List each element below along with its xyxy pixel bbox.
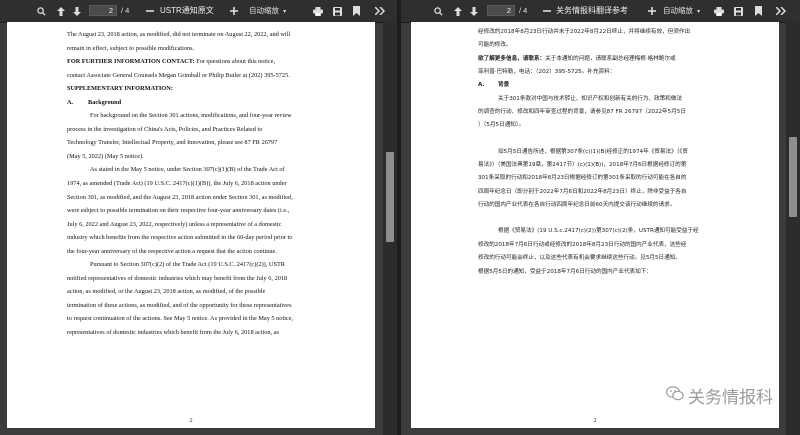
text-line: 经修改的2018年8月23日行动并未于2022年8月22日终止，并将继续有效，但… — [478, 29, 691, 35]
document-title: 关务情报科翻译参考 — [556, 6, 628, 15]
text-line: As stated in the May 5 notice, under Sec… — [90, 166, 285, 174]
section-letter: A. — [67, 98, 74, 106]
save-icon[interactable] — [731, 0, 745, 22]
left-toolbar: 2 / 4 USTR通知原文 自动缩放 ▾ — [0, 0, 397, 23]
text-line: notified representatives of domestic ind… — [67, 274, 288, 282]
page-total: / 4 — [519, 6, 528, 15]
text-line: 可能的修改。 — [478, 42, 512, 49]
pdf-page: The August 23, 2018 action, as modified,… — [7, 22, 375, 428]
contact-paragraph: FOR FURTHER INFORMATION CONTACT: For que… — [67, 55, 355, 69]
text-line: Technology Transfer, Intellectual Proper… — [67, 139, 278, 147]
zoom-out-button[interactable] — [144, 0, 156, 22]
text-line: For background on the Section 301 action… — [90, 112, 292, 120]
zoom-in-button[interactable] — [228, 0, 240, 22]
left-pdf-viewer: 2 / 4 USTR通知原文 自动缩放 ▾ The August 23, 201… — [0, 0, 397, 435]
contact-label: FOR FURTHER INFORMATION CONTACT: — [67, 58, 195, 66]
text-line: process in the investigation of China's … — [67, 125, 263, 133]
contact-label: 欲了解更多信息，请联系： — [478, 55, 546, 62]
text-line: 修改的2018年7月6日行动或经修改的2018年8月23日行动的国内产业代表，这… — [478, 241, 687, 248]
text-line: contact Associate General Counsels Megan… — [67, 71, 290, 79]
text-line: 根据5月5日的通知，受益于2018年7月6日行动的国内产业代表如下： — [478, 268, 652, 275]
text-line: representatives of domestic industries w… — [67, 329, 279, 337]
text-line: 菲利普·巴特勒，电话：（202）395-5725。补充资料： — [478, 69, 616, 76]
save-icon[interactable] — [330, 0, 344, 22]
search-icon[interactable] — [34, 0, 48, 22]
chevron-down-icon: ▾ — [283, 9, 287, 15]
print-icon[interactable] — [311, 0, 325, 22]
watermark-text: 关务情报科 — [688, 388, 773, 408]
arrow-down-icon[interactable] — [467, 0, 481, 22]
section-title: Background — [88, 98, 122, 106]
text-line: 的调查的行动、修改和四年审查过程的背景，请参见87 FR 26797（2022年… — [478, 109, 686, 116]
right-pdf-viewer: 2 / 4 关务情报科翻译参考 自动缩放 ▾ 经修改的2018年8月23日行动并… — [401, 0, 800, 435]
search-icon[interactable] — [431, 0, 445, 22]
section-heading: A. 背景 — [478, 79, 765, 92]
zoom-out-button[interactable] — [541, 0, 553, 22]
scrollbar-thumb[interactable] — [386, 152, 394, 242]
page-number: 2 — [593, 417, 597, 424]
double-chevron-right-icon[interactable] — [774, 0, 788, 22]
text-line: termination of these actions, as modifie… — [67, 301, 292, 309]
right-toolbar: 2 / 4 关务情报科翻译参考 自动缩放 ▾ — [401, 0, 800, 23]
text-line: action, as modified, or the August 23, 2… — [67, 288, 266, 296]
text-line: Section 301, as modified, and the August… — [67, 193, 293, 201]
arrow-up-icon[interactable] — [54, 0, 68, 22]
vertical-scrollbar[interactable] — [383, 22, 397, 435]
text-line: Pursuant to Section 307(c)(2) of the Tra… — [90, 261, 286, 269]
double-chevron-right-icon[interactable] — [373, 0, 387, 22]
english-text-body: The August 23, 2018 action, as modified,… — [67, 28, 355, 340]
page-number-input[interactable]: 2 — [487, 5, 515, 16]
text-line: (May 5, 2022) (May 5 notice). — [67, 152, 144, 160]
text-line: 易法》）（美国法典第19章，第2417节）(c)(1)(B))，2018年7月6… — [478, 162, 687, 169]
text-line: 1974, as amended (Trade Act) (19 U.S.C. … — [67, 180, 287, 188]
section-title: 背景 — [498, 82, 510, 89]
text-line: were subject to possible termination on … — [67, 207, 290, 215]
arrow-up-icon[interactable] — [451, 0, 465, 22]
text-line: 行动的国内产业代表在各自行动四周年纪念日前60天内提交该行动继续的请求。 — [478, 202, 676, 209]
contact-paragraph: 欲了解更多信息，请联系：关于本通知的问题，请联系副总经理梅根·格林鲍尔或 — [478, 53, 765, 66]
wechat-icon — [665, 385, 684, 406]
text-line: 301条采取的行动和2018年8月23日根据经修订的第301条采取的行动可能在各… — [478, 175, 687, 182]
contact-text: 关于本通知的问题，请联系副总经理梅根·格林鲍尔或 — [545, 55, 676, 62]
text-line: ）（5月5日通知）。 — [478, 122, 525, 129]
text-line: 四周年纪念日（即分别于2022年7月6日和2022年8月23日）终止，除非受益于… — [478, 188, 687, 195]
supplementary-heading: SUPPLEMENTARY INFORMATION: — [67, 85, 173, 93]
print-icon[interactable] — [712, 0, 726, 22]
text-line: the four-year anniversary of the respect… — [67, 247, 277, 255]
arrow-down-icon[interactable] — [70, 0, 84, 22]
pdf-page: 经修改的2018年8月23日行动并未于2022年8月22日终止，并将继续有效，但… — [411, 22, 779, 428]
page-number-input[interactable]: 2 — [89, 5, 117, 16]
text-line: 根据《贸易法》(19 U.S.c.2417(c)(2))第307(c)(2)条，… — [498, 228, 699, 235]
contact-text: For questions about this notice, — [194, 58, 276, 66]
scrollbar-thumb[interactable] — [789, 137, 797, 217]
page-number: 2 — [189, 417, 193, 424]
text-line: to request continuation of the actions. … — [67, 315, 294, 323]
bookmark-icon[interactable] — [349, 0, 363, 22]
zoom-select-label: 自动缩放 — [249, 6, 279, 15]
text-line: industry which benefits from the respect… — [67, 234, 293, 242]
section-heading: A. Background — [67, 96, 355, 110]
chevron-down-icon: ▾ — [697, 9, 701, 15]
text-line: 关于301条款对中国与技术转让、知识产权和创新有关的行为、政策和做法 — [498, 95, 683, 102]
document-title: USTR通知原文 — [160, 6, 214, 15]
zoom-select[interactable]: 自动缩放 ▾ — [249, 0, 286, 22]
zoom-select-label: 自动缩放 — [663, 6, 693, 15]
bookmark-icon[interactable] — [751, 0, 765, 22]
text-line: July 6, 2022 and August 23, 2022, respec… — [67, 220, 282, 228]
page-total: / 4 — [121, 6, 130, 15]
text-line: 修改的行动可能会终止，以及这些代表有机会要求继续这些行动。见5月5日通知。 — [478, 255, 681, 262]
text-line: The August 23, 2018 action, as modified,… — [67, 31, 291, 38]
watermark: 关务情报科 — [665, 383, 773, 408]
section-letter: A. — [478, 82, 485, 89]
text-line: 如5月5日通告所述，根据第307条(c)(1)(B)经修正的1974年《贸易法》… — [498, 148, 688, 155]
zoom-select[interactable]: 自动缩放 ▾ — [663, 0, 700, 22]
zoom-in-button[interactable] — [646, 0, 658, 22]
chinese-text-body: 经修改的2018年8月23日行动并未于2022年8月22日终止，并将继续有效，但… — [478, 26, 765, 279]
vertical-scrollbar[interactable] — [786, 22, 800, 435]
text-line: remain in effect, subject to possible mo… — [67, 44, 195, 52]
